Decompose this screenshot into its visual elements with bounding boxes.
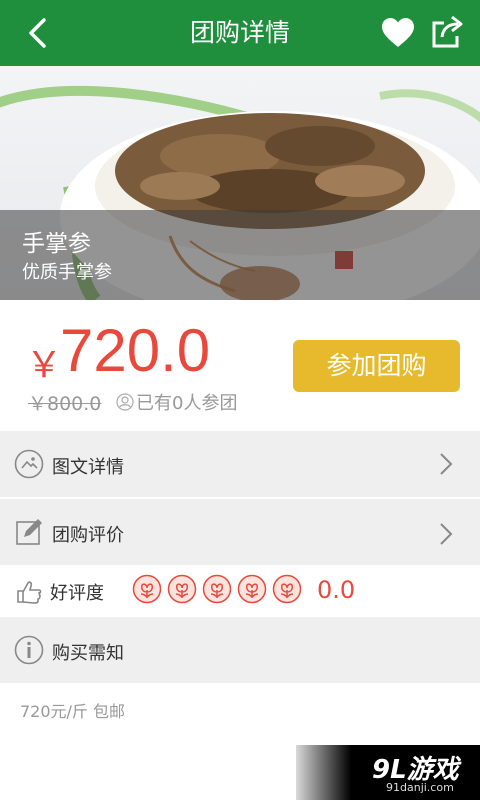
- notice-label: 购买需知: [52, 643, 124, 664]
- star-icon: [167, 574, 197, 604]
- rating-stars: [132, 574, 307, 604]
- share-icon[interactable]: [430, 15, 464, 49]
- info-icon: [14, 635, 44, 665]
- rating-score: 0.0: [317, 576, 356, 604]
- reviews-row[interactable]: 团购评价: [0, 499, 480, 565]
- star-icon: [272, 574, 302, 604]
- currency-symbol: ￥: [26, 345, 63, 386]
- chevron-right-icon: [440, 523, 453, 545]
- image-text-icon: [14, 449, 44, 479]
- edit-icon: [16, 519, 42, 545]
- watermark-url: 91danji.com: [386, 781, 454, 794]
- thumb-icon: [17, 581, 42, 604]
- user-icon: [116, 393, 134, 411]
- rating-row: 好评度 0.0: [0, 565, 480, 617]
- site-watermark: 9L游戏 91danji.com: [296, 745, 480, 800]
- star-icon: [202, 574, 232, 604]
- participant-count: 已有0人参团: [116, 389, 237, 415]
- heart-icon[interactable]: [381, 17, 415, 49]
- rating-label: 好评度: [50, 583, 104, 604]
- product-image: 手掌参 优质手掌参: [0, 66, 480, 300]
- price-section: ￥ 720.0 ￥800.0 已有0人参团 参加团购: [0, 300, 480, 431]
- reviews-label: 团购评价: [52, 525, 124, 546]
- current-price: 720.0: [60, 317, 211, 384]
- top-bar: 团购详情: [0, 0, 480, 66]
- purchase-notice-row: 购买需知: [0, 617, 480, 683]
- chevron-right-icon: [440, 453, 453, 475]
- notice-text: 720元/斤 包邮: [20, 702, 126, 721]
- details-row[interactable]: 图文详情: [0, 431, 480, 497]
- star-icon: [132, 574, 162, 604]
- product-name: 手掌参: [22, 231, 91, 257]
- details-label: 图文详情: [52, 457, 124, 478]
- star-icon: [237, 574, 267, 604]
- original-price: ￥800.0: [28, 393, 102, 415]
- product-subtitle: 优质手掌参: [22, 262, 112, 283]
- participant-text: 已有0人参团: [136, 393, 238, 414]
- join-group-buy-button[interactable]: 参加团购: [293, 340, 460, 392]
